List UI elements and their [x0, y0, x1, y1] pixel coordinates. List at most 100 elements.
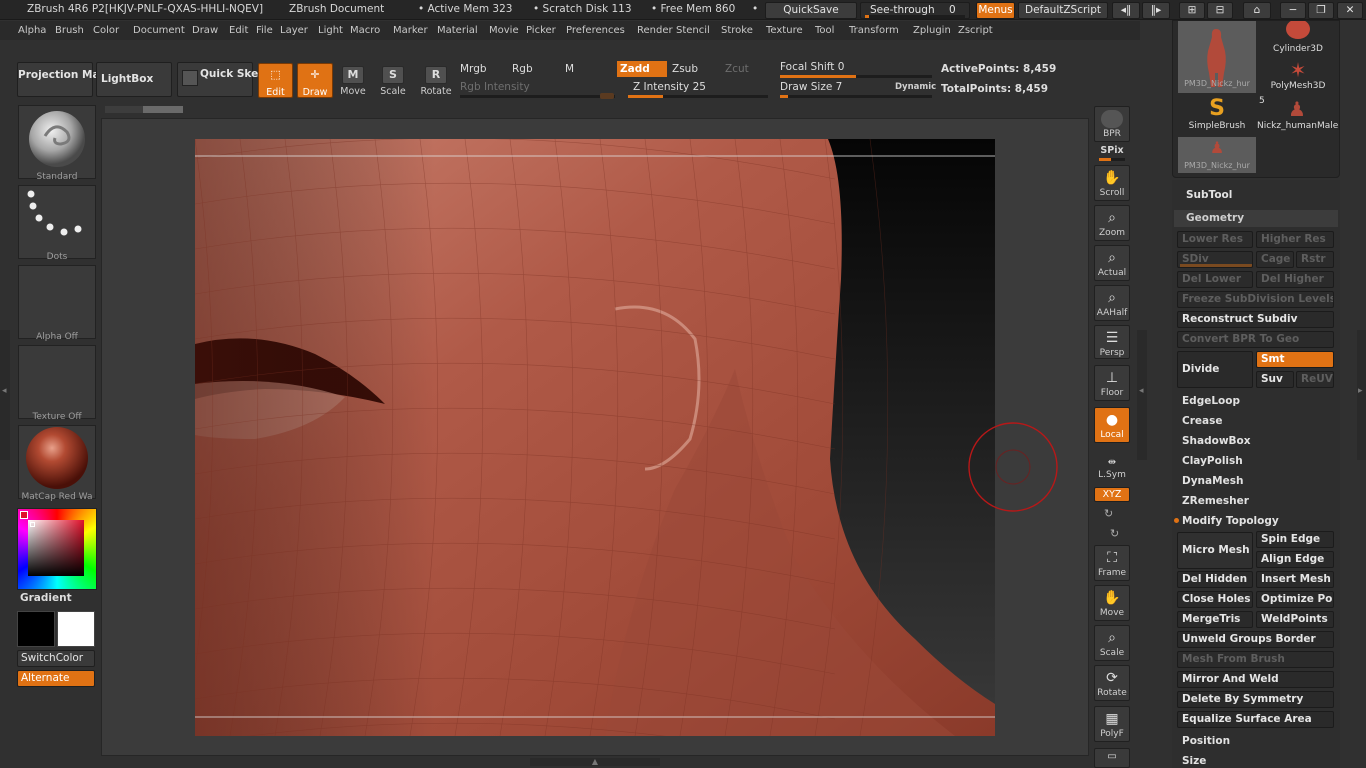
m-toggle[interactable]: M — [565, 63, 574, 75]
next-icon[interactable]: ‖▸ — [1142, 2, 1170, 19]
menu-color[interactable]: Color — [93, 25, 119, 36]
lsym-button[interactable]: ⇹ L.Sym — [1094, 454, 1130, 480]
del-lower-button[interactable]: Del Lower — [1177, 271, 1253, 288]
rstr-button[interactable]: Rstr — [1296, 251, 1334, 268]
menu-document[interactable]: Document — [133, 25, 185, 36]
rgb-intensity-knob[interactable] — [600, 93, 614, 99]
texture-thumbnail[interactable] — [18, 345, 96, 419]
menu-material[interactable]: Material — [437, 25, 478, 36]
zoom-button[interactable]: ⌕ Zoom — [1094, 205, 1130, 241]
rgb-toggle[interactable]: Rgb — [512, 63, 533, 75]
restore-icon[interactable]: ❐ — [1308, 2, 1334, 19]
dynamic-toggle[interactable]: Dynamic — [895, 82, 936, 92]
transp-button[interactable]: ▭ — [1094, 748, 1130, 768]
zcut-toggle[interactable]: Zcut — [725, 63, 749, 75]
z-intensity-slider[interactable]: Z Intensity 25 — [633, 81, 706, 93]
zadd-toggle[interactable]: Zadd — [617, 61, 667, 77]
higher-res-button[interactable]: Higher Res — [1256, 231, 1334, 248]
prev-icon[interactable]: ◂‖ — [1112, 2, 1140, 19]
menu-edit[interactable]: Edit — [229, 25, 248, 36]
brush-thumbnail[interactable] — [18, 105, 96, 179]
menu-brush[interactable]: Brush — [55, 25, 84, 36]
position-section[interactable]: Position — [1174, 732, 1338, 751]
zremesher-section[interactable]: ZRemesher — [1174, 492, 1338, 511]
minimize-icon[interactable]: − — [1280, 2, 1306, 19]
menu-macro[interactable]: Macro — [350, 25, 380, 36]
crease-section[interactable]: Crease — [1174, 412, 1338, 431]
right-tray-handle-left[interactable]: ◂ — [1137, 330, 1147, 460]
document-canvas[interactable] — [195, 139, 995, 736]
aahalf-button[interactable]: ⌕ AAHalf — [1094, 285, 1130, 321]
smt-toggle[interactable]: Smt — [1256, 351, 1334, 368]
quicksave-button[interactable]: QuickSave — [765, 2, 857, 19]
lightbox-button[interactable]: LightBox — [96, 62, 172, 97]
main-color-white[interactable] — [57, 611, 95, 647]
menu-file[interactable]: File — [256, 25, 273, 36]
tool-thumb-polymesh[interactable]: ✶ PolyMesh3D — [1261, 59, 1335, 99]
optimize-points-button[interactable]: Optimize Poi — [1256, 591, 1334, 608]
sdiv-slider[interactable]: SDiv — [1177, 251, 1253, 268]
insert-mesh-button[interactable]: Insert Mesh — [1256, 571, 1334, 588]
move-view-button[interactable]: ✋ Move — [1094, 585, 1130, 621]
scroll-button[interactable]: ✋ Scroll — [1094, 165, 1130, 201]
tool-thumb-cylinder[interactable]: Cylinder3D — [1261, 19, 1335, 59]
bottom-tray-handle[interactable]: ▲ — [530, 758, 660, 766]
move-button[interactable]: M Move — [339, 66, 367, 97]
divide-button[interactable]: Divide — [1177, 351, 1253, 388]
modify-topology-section[interactable]: Modify Topology — [1174, 512, 1338, 531]
tool-thumb-pm3d-2[interactable]: ♟ PM3D_Nickz_hur — [1178, 137, 1256, 173]
weldpoints-button[interactable]: WeldPoints — [1256, 611, 1334, 628]
zsub-toggle[interactable]: Zsub — [672, 63, 698, 75]
lower-res-button[interactable]: Lower Res — [1177, 231, 1253, 248]
menu-preferences[interactable]: Preferences — [566, 25, 625, 36]
equalize-surface-area-button[interactable]: Equalize Surface Area — [1177, 711, 1334, 728]
menu-marker[interactable]: Marker — [393, 25, 428, 36]
close-icon[interactable]: ✕ — [1337, 2, 1363, 19]
persp-button[interactable]: ☰ Persp — [1094, 325, 1130, 359]
menu-picker[interactable]: Picker — [526, 25, 556, 36]
menu-texture[interactable]: Texture — [766, 25, 803, 36]
mrgb-toggle[interactable]: Mrgb — [460, 63, 487, 75]
right-tray-handle-right[interactable]: ▸ — [1357, 330, 1366, 460]
menu-tool[interactable]: Tool — [815, 25, 834, 36]
alternate-button[interactable]: Alternate — [17, 670, 95, 687]
layout-b-icon[interactable]: ⊟ — [1207, 2, 1233, 19]
quick-sketch-button[interactable]: Quick Sketch — [177, 62, 277, 97]
lock-icon[interactable]: ⌂ — [1243, 2, 1271, 19]
color-sv-square[interactable] — [28, 520, 84, 576]
reconstruct-subdiv-button[interactable]: Reconstruct Subdiv — [1177, 311, 1334, 328]
menu-alpha[interactable]: Alpha — [18, 25, 46, 36]
cage-button[interactable]: Cage — [1256, 251, 1294, 268]
del-higher-button[interactable]: Del Higher — [1256, 271, 1334, 288]
menu-transform[interactable]: Transform — [849, 25, 899, 36]
suv-toggle[interactable]: Suv — [1256, 371, 1294, 388]
mirror-and-weld-button[interactable]: Mirror And Weld — [1177, 671, 1334, 688]
menu-render[interactable]: Render — [637, 25, 673, 36]
draw-button[interactable]: ✛ Draw — [297, 63, 333, 98]
left-tray-handle[interactable]: ◂ — [0, 330, 10, 460]
geometry-header[interactable]: Geometry — [1174, 210, 1338, 227]
dynamesh-section[interactable]: DynaMesh — [1174, 472, 1338, 491]
mergetris-button[interactable]: MergeTris — [1177, 611, 1253, 628]
rotate-view-button[interactable]: ⟳ Rotate — [1094, 665, 1130, 701]
micro-mesh-button[interactable]: Micro Mesh — [1177, 532, 1253, 569]
frame-button[interactable]: ⛶ Frame — [1094, 545, 1130, 581]
spix-slider[interactable]: SPix — [1094, 145, 1130, 161]
subtool-header[interactable]: SubTool — [1174, 186, 1338, 205]
switchcolor-button[interactable]: SwitchColor — [17, 650, 95, 667]
draw-size-slider[interactable]: Draw Size 7 — [780, 81, 842, 93]
del-hidden-button[interactable]: Del Hidden — [1177, 571, 1253, 588]
projection-master-button[interactable]: Projection Master — [17, 62, 123, 97]
polyf-button[interactable]: ▦ PolyF — [1094, 706, 1130, 742]
default-zscript-button[interactable]: DefaultZScript — [1018, 2, 1108, 19]
close-holes-button[interactable]: Close Holes — [1177, 591, 1253, 608]
freeze-subdivision-button[interactable]: Freeze SubDivision Levels — [1177, 291, 1334, 308]
scale-button[interactable]: S Scale — [378, 66, 408, 97]
delete-by-symmetry-button[interactable]: Delete By Symmetry — [1177, 691, 1334, 708]
focal-shift-slider[interactable]: Focal Shift 0 — [780, 61, 844, 73]
rotate-z-icon[interactable]: ↻ — [1110, 527, 1119, 540]
layout-a-icon[interactable]: ⊞ — [1179, 2, 1205, 19]
menu-stencil[interactable]: Stencil — [676, 25, 710, 36]
menu-zscript[interactable]: Zscript — [958, 25, 993, 36]
align-edge-button[interactable]: Align Edge — [1256, 551, 1334, 568]
